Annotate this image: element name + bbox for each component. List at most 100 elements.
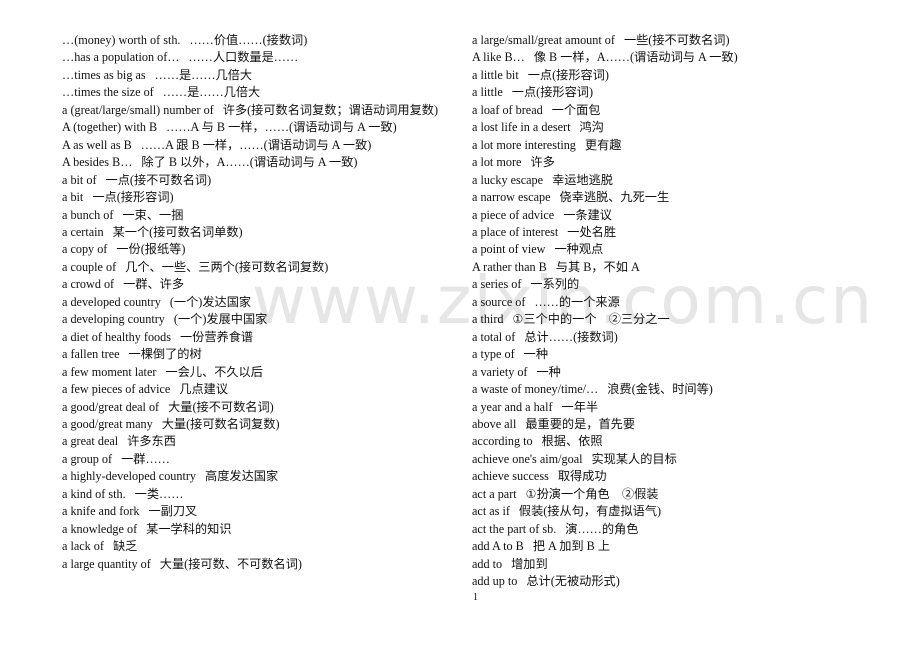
- phrase-english: A besides B…: [62, 155, 133, 170]
- phrase-english: a narrow escape: [472, 190, 551, 205]
- phrase-english: act as if: [472, 504, 510, 519]
- phrase-chinese: 更有趣: [584, 137, 622, 152]
- phrase-chinese: 一点(接形容词): [511, 85, 594, 100]
- vocab-entry: act the part of sb. 演……的角色: [472, 521, 772, 538]
- phrase-english: a third: [472, 312, 504, 327]
- phrase-chinese: 一个面包: [551, 102, 601, 117]
- phrase-chinese: 最重要的是，首先要: [525, 416, 636, 431]
- phrase-chinese: ……A 与 B 一样，……(谓语动词与 A 一致): [166, 120, 397, 135]
- phrase-chinese: 一群、许多: [123, 277, 185, 292]
- vocab-entry: a variety of 一种: [472, 364, 772, 381]
- vocab-entry: …has a population of… ……人口数量是……: [62, 49, 462, 66]
- vocab-entry: a knowledge of 某一学科的知识: [62, 521, 462, 538]
- phrase-chinese: 一种观点: [554, 242, 604, 257]
- vocab-entry: a narrow escape 侥幸逃脱、九死一生: [472, 189, 772, 206]
- vocab-entry: a certain 某一个(接可数名词单数): [62, 224, 462, 241]
- vocab-entry: a few moment later 一会儿、不久以后: [62, 364, 462, 381]
- phrase-chinese: 一点(接形容词): [92, 190, 174, 205]
- phrase-english: a great deal: [62, 434, 119, 449]
- phrase-chinese: 一年半: [561, 399, 599, 414]
- vocab-entry: a little 一点(接形容词): [472, 84, 772, 101]
- page-number: 1: [473, 592, 478, 603]
- phrase-chinese: 一些(接不可数名词): [623, 33, 730, 47]
- vocab-entry: a good/great many 大量(接可数名词复数): [62, 416, 462, 433]
- phrase-english: …(money) worth of sth.: [62, 33, 181, 47]
- phrase-chinese: 增加到: [511, 556, 548, 571]
- phrase-chinese: 一类……: [134, 486, 184, 501]
- phrase-english: a type of: [472, 347, 515, 362]
- vocab-entry: add to 增加到: [472, 556, 772, 573]
- phrase-chinese: 幸运地逃脱: [552, 172, 613, 187]
- vocab-entry: a developed country (一个)发达国家: [62, 294, 462, 311]
- vocab-entry: a type of 一种: [472, 346, 772, 363]
- vocab-entry: a few pieces of advice 几点建议: [62, 381, 462, 398]
- vocab-entry: a good/great deal of 大量(接不可数名词): [62, 399, 462, 416]
- phrase-chinese: 一系列的: [530, 277, 580, 292]
- phrase-chinese: 除了 B 以外，A……(谓语动词与 A 一致): [141, 155, 358, 170]
- phrase-english: a lucky escape: [472, 172, 544, 187]
- vocab-entry: …times the size of ……是……几倍大: [62, 84, 462, 101]
- vocab-entry: A like B… 像 B 一样，A……(谓语动词与 A 一致): [472, 49, 772, 66]
- vocab-entry: a lucky escape 幸运地逃脱: [472, 172, 772, 189]
- vocab-entry: a total of 总计……(接数词): [472, 329, 772, 346]
- phrase-chinese: 大量(接可数名词复数): [161, 416, 280, 431]
- vocab-entry: achieve success 取得成功: [472, 468, 772, 485]
- phrase-english: A rather than B: [472, 259, 547, 274]
- phrase-english: a group of: [62, 451, 113, 466]
- phrase-english: a bit: [62, 190, 84, 205]
- phrase-english: …has a population of…: [62, 50, 180, 65]
- vocab-entry: act as if 假装(接从句，有虚拟语气): [472, 503, 772, 520]
- phrase-english: a (great/large/small) number of: [62, 102, 214, 117]
- phrase-english: add to: [472, 556, 503, 571]
- vocab-entry: achieve one's aim/goal 实现某人的目标: [472, 451, 772, 468]
- phrase-english: a lack of: [62, 539, 104, 554]
- vocab-entry: …times as big as ……是……几倍大: [62, 67, 462, 84]
- phrase-chinese: 一束、一捆: [122, 207, 184, 222]
- phrase-english: a good/great many: [62, 416, 153, 431]
- phrase-chinese: (一个)发达国家: [169, 294, 252, 309]
- phrase-chinese: 一点(接不可数名词): [105, 172, 212, 187]
- phrase-chinese: 一种: [536, 364, 561, 379]
- vocab-entry: A as well as B ……A 跟 B 一样，……(谓语动词与 A 一致): [62, 137, 462, 154]
- phrase-english: a developed country: [62, 294, 161, 309]
- vocab-entry: A rather than B 与其 B，不如 A: [472, 259, 772, 276]
- phrase-chinese: ……是……几倍大: [154, 67, 253, 82]
- phrase-chinese: 根据、依照: [541, 434, 603, 449]
- vocab-entry: a large quantity of 大量(接可数、不可数名词): [62, 556, 462, 573]
- vocab-entry: a year and a half 一年半: [472, 399, 772, 416]
- vocab-entry: a loaf of bread 一个面包: [472, 102, 772, 119]
- phrase-english: a series of: [472, 277, 522, 292]
- phrase-chinese: ……人口数量是……: [188, 50, 299, 65]
- phrase-chinese: 一副刀叉: [148, 504, 198, 519]
- phrase-english: a variety of: [472, 364, 528, 379]
- vocab-entry: a developing country (一个)发展中国家: [62, 311, 462, 328]
- phrase-chinese: ①扮演一个角色 ②假装: [525, 486, 659, 501]
- phrase-english: a little: [472, 85, 503, 100]
- vocab-entry: a point of view 一种观点: [472, 241, 772, 258]
- vocab-entry: a (great/large/small) number of 许多(接可数名词复…: [62, 102, 462, 119]
- vocab-entry: a great deal 许多东西: [62, 433, 462, 450]
- phrase-chinese: 总计(无被动形式): [526, 574, 620, 589]
- left-column: …(money) worth of sth. ……价值……(接数词) …has a …: [62, 32, 462, 573]
- vocab-entry: A (together) with B ……A 与 B 一样，……(谓语动词与 A…: [62, 119, 462, 136]
- vocab-entry: act a part ①扮演一个角色 ②假装: [472, 486, 772, 503]
- phrase-chinese: 某一个(接可数名词单数): [112, 224, 243, 239]
- phrase-chinese: 一种: [523, 347, 549, 362]
- phrase-chinese: 大量(接不可数名词): [168, 399, 274, 414]
- phrase-english: a waste of money/time/…: [472, 382, 599, 397]
- phrase-chinese: 许多东西: [127, 434, 176, 449]
- phrase-english: a good/great deal of: [62, 399, 160, 414]
- vocab-entry: according to 根据、依照: [472, 433, 772, 450]
- phrase-chinese: 取得成功: [557, 469, 607, 484]
- phrase-english: a diet of healthy foods: [62, 329, 171, 344]
- phrase-english: add A to B: [472, 539, 524, 554]
- phrase-english: a loaf of bread: [472, 102, 543, 117]
- phrase-english: a year and a half: [472, 399, 553, 414]
- phrase-chinese: 一份营养食谱: [179, 329, 254, 344]
- vocab-entry: a lot more 许多: [472, 154, 772, 171]
- phrase-chinese: 一条建议: [563, 207, 612, 222]
- phrase-english: a large quantity of: [62, 556, 151, 571]
- phrase-english: a couple of: [62, 259, 117, 274]
- phrase-english: …times the size of: [62, 85, 154, 100]
- phrase-chinese: ……A 跟 B 一样，……(谓语动词与 A 一致): [140, 137, 372, 152]
